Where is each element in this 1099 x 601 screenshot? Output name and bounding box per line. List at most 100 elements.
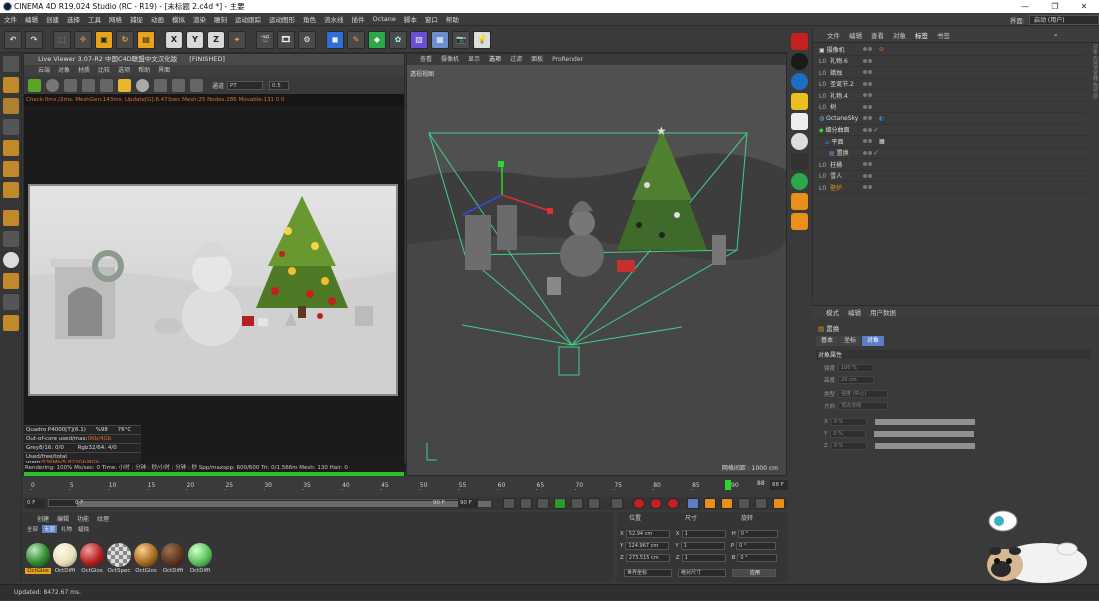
filter-all[interactable]: 全部 [25,525,40,533]
mm-menu-edit[interactable]: 编辑 [57,514,69,523]
om-menu-edit[interactable]: 编辑 [849,30,862,40]
texture-mode-icon[interactable] [3,98,19,114]
close-button[interactable]: ✕ [1069,0,1099,13]
check-icon[interactable]: ✓ [873,149,879,157]
autokey-icon[interactable] [650,498,662,509]
send-scene-icon[interactable] [28,78,41,92]
lv-menu-materials[interactable]: 材质 [78,65,90,76]
mm-menu-create[interactable]: 创建 [37,514,49,523]
check-icon[interactable]: ✓ [873,126,879,134]
menu-help[interactable]: 帮助 [446,14,459,24]
x-axis-lock-button[interactable]: X [165,30,183,49]
object-row[interactable]: L0 蜡烛 [817,67,1087,79]
object-row[interactable]: ▱ 平面 ▦ [817,136,1087,148]
rot-p-field[interactable]: 0 ° [736,542,777,550]
lv-menu-cloud[interactable]: 云端 [38,65,50,76]
mm-menu-function[interactable]: 功能 [77,514,89,523]
menu-create[interactable]: 创建 [46,14,59,24]
z-axis-lock-button[interactable]: Z [207,30,225,49]
manager-side-tabs[interactable]: 对象 内容浏览器 构造 层 [1086,44,1099,134]
lv-menu-compare[interactable]: 比较 [98,65,110,76]
magnet-icon[interactable] [3,273,19,289]
om-menu-tags[interactable]: 标签 [915,30,928,40]
object-row[interactable]: ◍ OctaneSky ◐ [817,113,1087,125]
object-row[interactable]: L0 雪人 [817,171,1087,182]
goto-end-icon[interactable] [611,498,623,509]
undo-icon[interactable]: ↶ [4,30,22,49]
points-mode-icon[interactable] [3,140,19,156]
deformer-icon[interactable]: ▧ [410,30,428,49]
rot-h-field[interactable]: 0 ° [737,530,778,538]
menu-sculpt[interactable]: 雕刻 [214,14,227,24]
menu-select[interactable]: 选择 [67,14,80,24]
x-field[interactable]: 0 % [830,418,867,426]
pin-icon[interactable] [172,78,185,92]
menu-edit[interactable]: 编辑 [25,14,38,24]
recent-tool-icon[interactable]: ▤ [137,30,155,49]
octane-target-icon[interactable] [791,133,808,150]
vp-menu-prorender[interactable]: ProRender [552,54,583,65]
perspective-viewport[interactable]: 查看 摄像机 显示 选项 过滤 面板 ProRender ★ 透视视图 网格间距… [406,53,787,476]
material-swatch[interactable]: OctGlos [79,543,105,579]
tab-basic[interactable]: 基本 [816,336,839,346]
subdivision-surface-icon[interactable]: ◆ [368,30,386,49]
texture-tag-icon[interactable]: ▦ [879,138,885,145]
material-picker-icon[interactable] [136,78,149,92]
menu-pipeline[interactable]: 流水线 [324,14,344,24]
cube-icon[interactable]: ◼ [326,30,344,49]
menu-render[interactable]: 渲染 [193,14,206,24]
lv-menu-help[interactable]: 帮助 [138,65,150,76]
material-swatch[interactable]: OctDiffi [52,543,78,579]
octane-scatter-icon[interactable] [791,193,808,210]
render-to-picture-viewer-icon[interactable]: 🎞 [277,30,295,49]
tab-coordinates[interactable]: 坐标 [839,336,862,346]
coordinate-mode-dropdown[interactable]: 世界坐标 [624,569,672,577]
octane-material-icon[interactable] [791,213,808,230]
live-selection-icon[interactable]: ⬚ [53,30,71,49]
size-x-field[interactable]: 1 [681,530,726,538]
polygons-mode-icon[interactable] [3,182,19,198]
preview-range-slider[interactable] [48,499,491,507]
channel-dropdown[interactable]: PT [227,80,264,90]
soft-selection-icon[interactable] [3,315,19,331]
menu-script[interactable]: 脚本 [404,14,417,24]
object-row[interactable]: L0 礼物.6 [817,56,1087,67]
menu-mesh[interactable]: 网格 [109,14,122,24]
vp-menu-cameras[interactable]: 摄像机 [441,54,459,65]
menu-window[interactable]: 窗口 [425,14,438,24]
size-y-field[interactable]: 1 [680,542,725,550]
rotate-icon[interactable]: ↻ [116,30,134,49]
octane-environment-tag-icon[interactable]: ◐ [879,115,884,122]
vp-menu-panel[interactable]: 面板 [531,54,543,65]
menu-simulate[interactable]: 模拟 [172,14,185,24]
model-mode-icon[interactable] [3,77,19,93]
key-pla-icon[interactable] [755,498,767,509]
lock-icon[interactable] [118,78,131,92]
keyframe-selection-icon[interactable] [667,498,679,509]
record-icon[interactable] [633,498,645,509]
lv-menu-gui[interactable]: 界面 [158,65,170,76]
minimize-button[interactable]: — [1010,0,1040,13]
settings-gear-icon[interactable] [100,78,113,92]
prev-key-icon[interactable] [520,498,532,509]
key-scale-icon[interactable] [704,498,716,509]
camera-tag-icon[interactable]: ⊘ [879,46,884,53]
snap-icon[interactable] [3,252,19,268]
maximize-button[interactable]: ❐ [1040,0,1070,13]
octane-hdri-icon[interactable] [791,73,808,90]
y-axis-lock-button[interactable]: Y [186,30,204,49]
goto-start-icon[interactable] [503,498,515,509]
am-menu-userdata[interactable]: 用户数据 [870,307,896,317]
edit-render-settings-icon[interactable]: ⚙ [298,30,316,49]
material-swatch[interactable]: OctGlos [25,543,51,579]
octane-sun-icon[interactable] [791,93,808,110]
rot-b-field[interactable]: 0 ° [737,554,778,562]
pos-z-field[interactable]: 273.515 cm [625,554,670,562]
object-row[interactable]: ▤ 置换 ✓ [817,148,1087,159]
current-frame-field[interactable]: 88 F [770,480,788,490]
menu-motion-tracking[interactable]: 运动跟踪 [235,14,261,24]
strength-field[interactable]: 100 % [838,364,875,372]
menu-animate[interactable]: 动画 [151,14,164,24]
filter-candles[interactable]: 蜡烛 [76,525,91,533]
floor-icon[interactable]: ▦ [431,30,449,49]
